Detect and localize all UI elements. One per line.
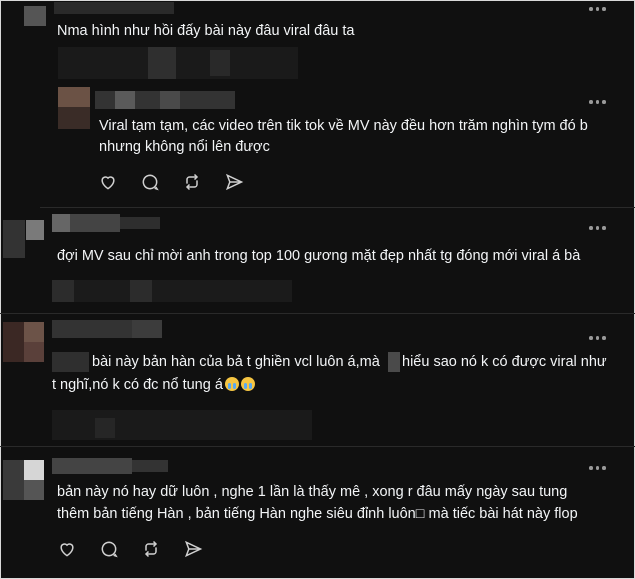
crying-face-emoji (240, 377, 255, 391)
avatar (26, 220, 44, 240)
avatar[interactable] (3, 220, 25, 258)
username[interactable] (52, 320, 132, 338)
username (160, 91, 180, 109)
crying-face-emoji (224, 377, 239, 391)
obscured-word (388, 352, 400, 372)
avatar (24, 460, 44, 480)
more-icon[interactable] (589, 334, 609, 342)
action-bar (98, 172, 244, 192)
comment-icon[interactable] (140, 172, 160, 192)
obscured-area (95, 418, 115, 438)
comment-text-line-1: bài này bản hàn của bả t ghiền vcl luôn … (92, 354, 380, 370)
comment-text-line-1: Viral tạm tạm, các video trên tik tok về… (99, 118, 588, 134)
avatar (58, 87, 90, 107)
comment-text-line-2-text: t nghĩ,nó k có đc nổ tung á (52, 377, 223, 393)
username (115, 91, 135, 109)
avatar[interactable] (24, 6, 46, 26)
avatar (24, 480, 44, 500)
obscured-area (58, 47, 298, 79)
obscured-area (130, 280, 152, 302)
more-icon[interactable] (589, 5, 609, 13)
obscured-area (52, 280, 292, 302)
divider (0, 446, 635, 447)
heart-icon[interactable] (57, 539, 77, 559)
comment-text-line-1: bản này nó hay dữ luôn , nghe 1 lần là t… (57, 484, 568, 500)
username (120, 217, 160, 229)
username (132, 460, 168, 472)
share-icon[interactable] (224, 172, 244, 192)
avatar (24, 322, 44, 342)
comment-icon[interactable] (99, 539, 119, 559)
avatar[interactable] (3, 460, 25, 500)
comment-text-line-2: t nghĩ,nó k có đc nổ tung á (52, 374, 255, 397)
comment-text-line-1-cont: hiểu sao nó k có được viral như (402, 354, 607, 370)
obscured-username-mention (52, 352, 89, 372)
divider (0, 313, 635, 314)
comment-text: đợi MV sau chỉ mời anh trong top 100 gươ… (57, 248, 581, 264)
more-icon[interactable] (589, 224, 609, 232)
repost-icon[interactable] (182, 172, 202, 192)
username (132, 320, 162, 338)
username (52, 214, 70, 232)
action-bar (57, 539, 203, 559)
obscured-area (52, 280, 74, 302)
divider (40, 207, 635, 208)
comment-text-line-2: thêm bản tiếng Hàn , bản tiếng Hàn nghe … (57, 506, 578, 522)
username[interactable] (52, 458, 132, 474)
username[interactable] (54, 2, 174, 14)
comment-text-line-2: nhưng không nổi lên được (99, 139, 270, 155)
avatar[interactable] (3, 322, 25, 362)
more-icon[interactable] (589, 98, 609, 106)
avatar (24, 342, 44, 362)
obscured-area (52, 410, 312, 440)
heart-icon[interactable] (98, 172, 118, 192)
comment-text: Nma hình như hồi đấy bài này đâu viral đ… (57, 23, 355, 39)
obscured-area (210, 50, 230, 76)
repost-icon[interactable] (141, 539, 161, 559)
obscured-area (148, 47, 176, 79)
share-icon[interactable] (183, 539, 203, 559)
more-icon[interactable] (589, 464, 609, 472)
